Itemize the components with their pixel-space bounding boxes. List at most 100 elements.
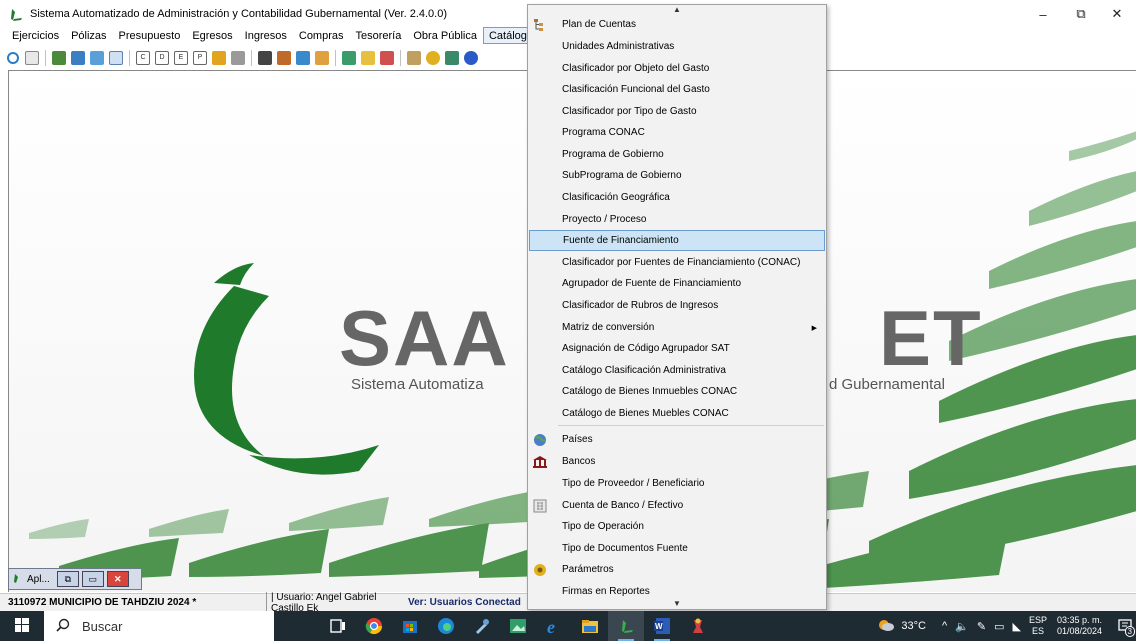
menu-item-programa-gobierno[interactable]: Programa de Gobierno <box>529 144 825 165</box>
image-app-icon[interactable] <box>500 611 536 641</box>
refresh-icon[interactable] <box>4 49 22 67</box>
taskbar-search-box[interactable]: Buscar <box>44 611 274 641</box>
restore-button[interactable]: ⧉ <box>1062 0 1100 28</box>
saacg-app-icon[interactable] <box>608 611 644 641</box>
start-button[interactable] <box>0 611 44 641</box>
close-child-button[interactable]: ✕ <box>106 571 129 587</box>
save-icon[interactable] <box>443 49 461 67</box>
menu-item-label: Programa CONAC <box>562 127 645 138</box>
menu-item-matriz-conversion[interactable]: Matriz de conversión ▶ <box>529 317 825 338</box>
tools-icon[interactable] <box>69 49 87 67</box>
menu-polizas[interactable]: Pólizas <box>65 27 112 44</box>
people-icon[interactable] <box>378 49 396 67</box>
list-icon[interactable] <box>340 49 358 67</box>
menu-item-clasificador-objeto-gasto[interactable]: Clasificador por Objeto del Gasto <box>529 58 825 79</box>
menu-item-unidades-administrativas[interactable]: Unidades Administrativas <box>529 36 825 57</box>
e-doc-icon[interactable]: E <box>172 49 190 67</box>
grid-icon[interactable] <box>107 49 125 67</box>
menu-presupuesto[interactable]: Presupuesto <box>113 27 187 44</box>
battery-icon[interactable]: ▭ <box>994 620 1004 633</box>
restore-child-button[interactable]: ⧉ <box>56 571 79 587</box>
users-icon[interactable] <box>50 49 68 67</box>
toolbar-separator <box>129 50 130 66</box>
help-icon[interactable] <box>462 49 480 67</box>
scroll-up-arrow[interactable]: ▲ <box>528 5 826 14</box>
app-icon[interactable] <box>680 611 716 641</box>
menu-item-clasificador-fuentes-conac[interactable]: Clasificador por Fuentes de Financiamien… <box>529 252 825 273</box>
c-doc-icon[interactable]: C <box>134 49 152 67</box>
menu-item-tipo-proveedor[interactable]: Tipo de Proveedor / Beneficiario <box>529 473 825 494</box>
menu-item-parametros[interactable]: Parámetros <box>529 559 825 580</box>
menu-tesoreria[interactable]: Tesorería <box>350 27 408 44</box>
menu-egresos[interactable]: Egresos <box>186 27 238 44</box>
pen-icon[interactable]: ✎ <box>977 620 986 633</box>
menu-item-label: SubPrograma de Gobierno <box>562 170 682 181</box>
menu-ejercicios[interactable]: Ejercicios <box>6 27 65 44</box>
internet-explorer-icon[interactable]: e <box>536 611 572 641</box>
menu-item-clasificacion-geografica[interactable]: Clasificación Geográfica <box>529 187 825 208</box>
menu-item-proyecto-proceso[interactable]: Proyecto / Proceso <box>529 209 825 230</box>
menu-item-tipo-documentos-fuente[interactable]: Tipo de Documentos Fuente <box>529 538 825 559</box>
notification-center-icon[interactable]: 3 <box>1114 611 1136 641</box>
print-icon[interactable] <box>229 49 247 67</box>
box-icon[interactable] <box>313 49 331 67</box>
p-badge-icon[interactable] <box>210 49 228 67</box>
menu-item-paises[interactable]: Países <box>529 429 825 450</box>
tools-app-icon[interactable] <box>464 611 500 641</box>
menu-item-label: Unidades Administrativas <box>562 41 675 52</box>
chevron-up-icon[interactable]: ^ <box>942 620 947 632</box>
menu-item-label: Clasificador por Fuentes de Financiamien… <box>562 257 801 268</box>
menu-ingresos[interactable]: Ingresos <box>239 27 293 44</box>
menu-item-cuenta-banco[interactable]: Cuenta de Banco / Efectivo <box>529 495 825 516</box>
menu-item-programa-conac[interactable]: Programa CONAC <box>529 122 825 143</box>
clipboard-icon[interactable] <box>256 49 274 67</box>
file-explorer-icon[interactable] <box>572 611 608 641</box>
volume-icon[interactable]: 🔈 <box>955 620 969 633</box>
task-view-icon[interactable] <box>320 611 356 641</box>
tag-icon[interactable] <box>359 49 377 67</box>
menu-item-label: Clasificación Funcional del Gasto <box>562 84 710 95</box>
d-doc-icon[interactable]: D <box>153 49 171 67</box>
scroll-down-arrow[interactable]: ▼ <box>528 599 826 608</box>
menu-item-bienes-inmuebles[interactable]: Catálogo de Bienes Inmuebles CONAC <box>529 381 825 402</box>
toolbar-separator <box>400 50 401 66</box>
edge-icon[interactable] <box>428 611 464 641</box>
maximize-child-button[interactable]: ▭ <box>81 571 104 587</box>
submenu-arrow-icon: ▶ <box>811 324 817 332</box>
menu-item-label: Plan de Cuentas <box>562 19 636 30</box>
menu-item-bancos[interactable]: Bancos <box>529 451 825 472</box>
minimize-button[interactable]: – <box>1024 0 1062 28</box>
clock[interactable]: 03:35 p. m. 01/08/2024 <box>1057 615 1102 637</box>
store-icon[interactable] <box>392 611 428 641</box>
weather-temperature[interactable]: 33°C <box>901 620 926 632</box>
edit-icon[interactable] <box>275 49 293 67</box>
word-icon[interactable]: W <box>644 611 680 641</box>
settings-icon[interactable] <box>424 49 442 67</box>
close-button[interactable]: ✕ <box>1098 0 1136 28</box>
document-icon[interactable] <box>23 49 41 67</box>
chrome-icon[interactable] <box>356 611 392 641</box>
chart-icon[interactable] <box>88 49 106 67</box>
menu-item-label: Programa de Gobierno <box>562 149 664 160</box>
menu-item-label: Clasificador por Objeto del Gasto <box>562 63 710 74</box>
connected-users-link[interactable]: Ver: Usuarios Conectad <box>402 597 521 608</box>
menu-compras[interactable]: Compras <box>293 27 350 44</box>
menu-item-agrupador-fuente[interactable]: Agrupador de Fuente de Financiamiento <box>529 273 825 294</box>
truck-icon[interactable] <box>294 49 312 67</box>
menu-item-plan-de-cuentas[interactable]: Plan de Cuentas <box>529 14 825 35</box>
p-doc-icon[interactable]: P <box>191 49 209 67</box>
menu-item-subprograma-gobierno[interactable]: SubPrograma de Gobierno <box>529 165 825 186</box>
menu-item-bienes-muebles[interactable]: Catálogo de Bienes Muebles CONAC <box>529 403 825 424</box>
minimized-child-window[interactable]: Apl... ⧉ ▭ ✕ <box>8 568 142 590</box>
menu-item-asignacion-codigo-sat[interactable]: Asignación de Código Agrupador SAT <box>529 338 825 359</box>
menu-obra-publica[interactable]: Obra Pública <box>407 27 483 44</box>
language-indicator[interactable]: ESP ES <box>1029 615 1047 637</box>
menu-item-tipo-operacion[interactable]: Tipo de Operación <box>529 516 825 537</box>
menu-item-clasificador-rubros[interactable]: Clasificador de Rubros de Ingresos <box>529 295 825 316</box>
network-icon[interactable]: ◣ <box>1012 620 1020 633</box>
menu-item-fuente-financiamiento[interactable]: Fuente de Financiamiento <box>529 230 825 251</box>
menu-item-clasificador-tipo-gasto[interactable]: Clasificador por Tipo de Gasto <box>529 101 825 122</box>
menu-item-catalogo-clasificacion-administrativa[interactable]: Catálogo Clasificación Administrativa <box>529 360 825 381</box>
menu-item-clasificacion-funcional-gasto[interactable]: Clasificación Funcional del Gasto <box>529 79 825 100</box>
tree-icon[interactable] <box>405 49 423 67</box>
